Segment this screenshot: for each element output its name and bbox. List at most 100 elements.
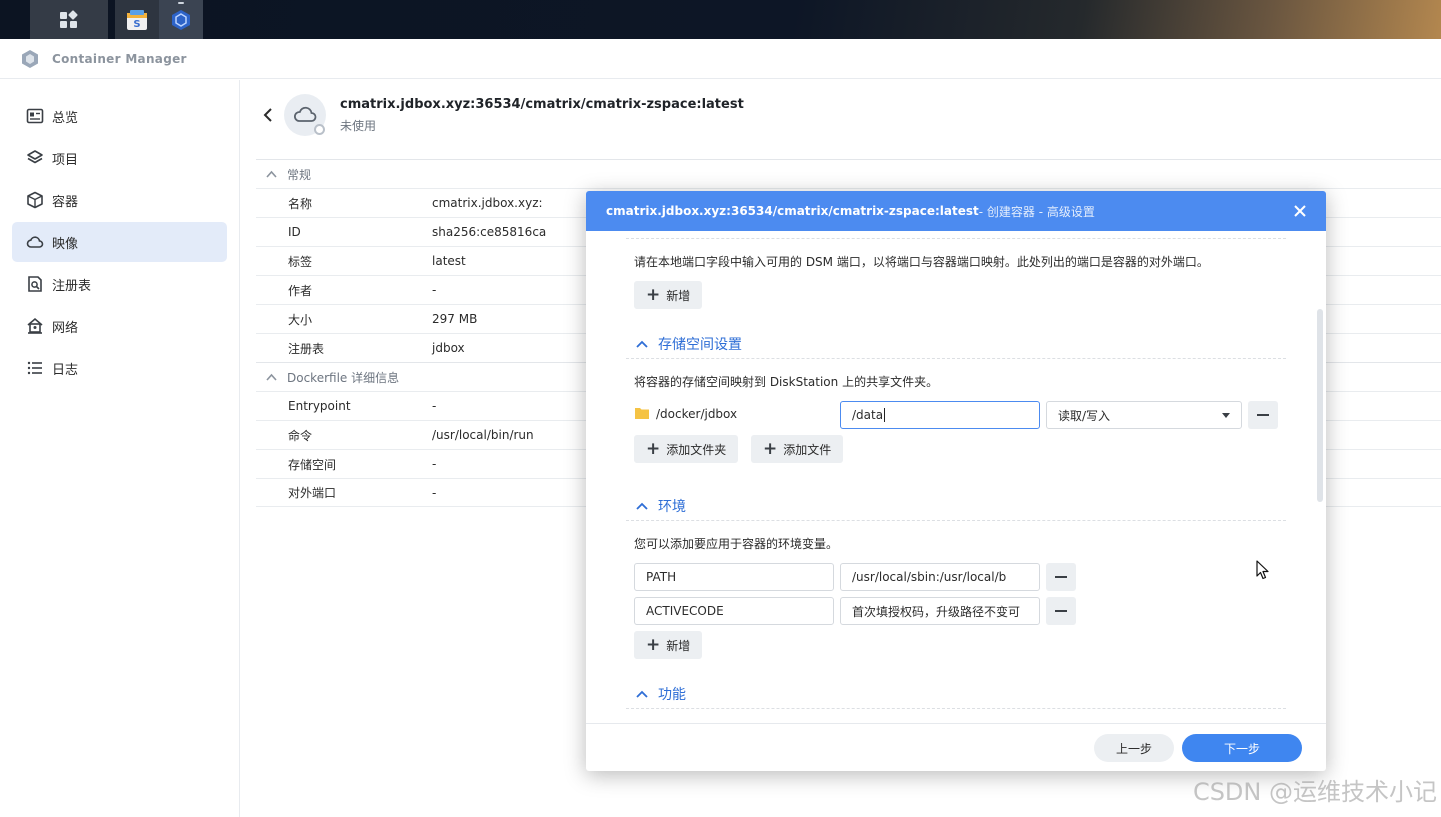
button-label: 新增	[666, 288, 691, 303]
row-value: /usr/local/bin/run	[432, 428, 534, 442]
add-file-button[interactable]: + 添加文件	[751, 435, 844, 463]
port-description: 请在本地端口字段中输入可用的 DSM 端口，以将端口与容器端口映射。此处列出的端…	[634, 255, 1209, 269]
desktop-taskbar: S	[0, 0, 1441, 39]
sidebar-item-images[interactable]: 映像	[12, 222, 227, 262]
dialog-body: 请在本地端口字段中输入可用的 DSM 端口，以将端口与容器端口映射。此处列出的端…	[586, 231, 1326, 723]
container-manager-logo-icon	[22, 49, 38, 68]
mouse-pointer-icon	[1256, 560, 1269, 580]
row-key: 命令	[288, 428, 313, 443]
section-title: Dockerfile 详细信息	[287, 370, 400, 385]
image-status: 未使用	[340, 119, 377, 133]
row-key: 对外端口	[288, 486, 337, 500]
sidebar-item-registry[interactable]: 注册表	[12, 264, 227, 304]
home-network-icon	[26, 317, 44, 335]
environment-section-toggle[interactable]: 环境	[636, 496, 686, 516]
svg-text:S: S	[133, 19, 140, 30]
dialog-subtitle: - 创建容器 - 高级设置	[978, 204, 1095, 219]
add-folder-button[interactable]: + 添加文件夹	[634, 435, 739, 463]
dialog-header: cmatrix.jdbox.xyz:36534/cmatrix/cmatrix-…	[586, 191, 1326, 231]
sidebar: 总览 项目 容器 映像 注册表 网络 日志	[0, 80, 240, 817]
sidebar-item-label: 容器	[52, 194, 79, 210]
env-value-input[interactable]: /usr/local/sbin:/usr/local/b	[840, 563, 1040, 591]
close-icon	[1294, 205, 1306, 217]
row-value: -	[432, 457, 437, 471]
row-key: ID	[288, 225, 301, 239]
row-key: Entrypoint	[288, 399, 351, 413]
dialog-title: cmatrix.jdbox.xyz:36534/cmatrix/cmatrix-…	[606, 204, 979, 218]
app-title: Container Manager	[52, 51, 187, 66]
row-value: 297 MB	[432, 312, 478, 326]
divider	[626, 358, 1286, 359]
chevron-up-icon	[636, 690, 648, 698]
input-value: ACTIVECODE	[646, 604, 724, 618]
dashboard-icon	[26, 107, 44, 125]
remove-env-button[interactable]	[1046, 563, 1076, 591]
sidebar-item-label: 总览	[52, 110, 79, 126]
chevron-up-icon	[266, 170, 277, 178]
storage-section-toggle[interactable]: 存储空间设置	[636, 334, 742, 354]
row-value: -	[432, 399, 437, 413]
host-folder-path: /docker/jdbox	[656, 407, 738, 421]
button-label: 添加文件夹	[666, 442, 727, 457]
section-general-header[interactable]: 常规	[256, 159, 1441, 188]
main-menu-button[interactable]	[30, 0, 108, 39]
remove-volume-button[interactable]	[1248, 401, 1278, 429]
env-name-input[interactable]: ACTIVECODE	[634, 597, 834, 625]
row-value: latest	[432, 254, 466, 268]
input-value: PATH	[646, 570, 677, 584]
scrollbar[interactable]	[1317, 309, 1323, 502]
dropdown-arrow-icon	[1222, 412, 1230, 418]
image-title: cmatrix.jdbox.xyz:36534/cmatrix/cmatrix-…	[340, 97, 744, 112]
cloud-icon	[26, 233, 44, 251]
button-label: 新增	[666, 638, 691, 653]
input-value: 首次填授权码，升级路径不变可	[852, 604, 1021, 619]
remove-env-button[interactable]	[1046, 597, 1076, 625]
grid-icon	[60, 9, 78, 28]
cube-icon	[26, 191, 44, 209]
sidebar-item-overview[interactable]: 总览	[12, 96, 227, 136]
row-value: jdbox	[432, 341, 465, 355]
row-value: -	[432, 485, 437, 500]
env-name-input[interactable]: PATH	[634, 563, 834, 591]
add-env-button[interactable]: + 新增	[634, 631, 703, 659]
row-key: 作者	[288, 283, 313, 298]
mount-mode-select[interactable]: 读取/写入	[1046, 401, 1242, 429]
plus-icon: +	[646, 438, 661, 459]
chevron-left-icon	[263, 108, 272, 122]
package-center-taskbar-button[interactable]: S	[115, 0, 159, 39]
divider	[626, 520, 1286, 521]
minus-icon	[1257, 414, 1269, 416]
container-manager-taskbar-button[interactable]	[159, 0, 203, 39]
sidebar-item-logs[interactable]: 日志	[12, 348, 227, 388]
sidebar-item-label: 日志	[52, 362, 79, 378]
row-key: 名称	[288, 196, 313, 211]
folder-icon	[635, 408, 649, 419]
previous-step-button[interactable]: 上一步	[1094, 734, 1174, 762]
back-button[interactable]	[258, 105, 278, 125]
features-section-toggle[interactable]: 功能	[636, 684, 686, 704]
text-caret	[884, 408, 886, 422]
plus-icon: +	[763, 438, 778, 459]
sidebar-item-projects[interactable]: 项目	[12, 138, 227, 178]
input-value: /data	[852, 408, 884, 422]
list-icon	[26, 359, 44, 377]
layers-icon	[26, 149, 44, 167]
storage-description: 将容器的存储空间映射到 DiskStation 上的共享文件夹。	[634, 375, 939, 389]
mount-path-input[interactable]: /data	[840, 401, 1040, 429]
sidebar-item-network[interactable]: 网络	[12, 306, 227, 346]
sidebar-item-label: 网络	[52, 320, 79, 336]
add-port-button[interactable]: + 新增	[634, 281, 703, 309]
input-value: /usr/local/sbin:/usr/local/b	[852, 570, 1007, 584]
cloud-icon	[294, 106, 317, 122]
next-step-button[interactable]: 下一步	[1182, 734, 1302, 762]
plus-icon: +	[646, 634, 661, 655]
select-value: 读取/写入	[1058, 408, 1111, 423]
env-value-input[interactable]: 首次填授权码，升级路径不变可	[840, 597, 1040, 625]
row-value: cmatrix.jdbox.xyz:	[432, 196, 543, 210]
environment-description: 您可以添加要应用于容器的环境变量。	[634, 537, 839, 551]
sidebar-item-containers[interactable]: 容器	[12, 180, 227, 220]
watermark-text: CSDN @运维技术小记	[1192, 778, 1437, 806]
status-dot	[314, 124, 325, 135]
close-button[interactable]	[1290, 201, 1310, 221]
section-title: 环境	[658, 499, 686, 515]
